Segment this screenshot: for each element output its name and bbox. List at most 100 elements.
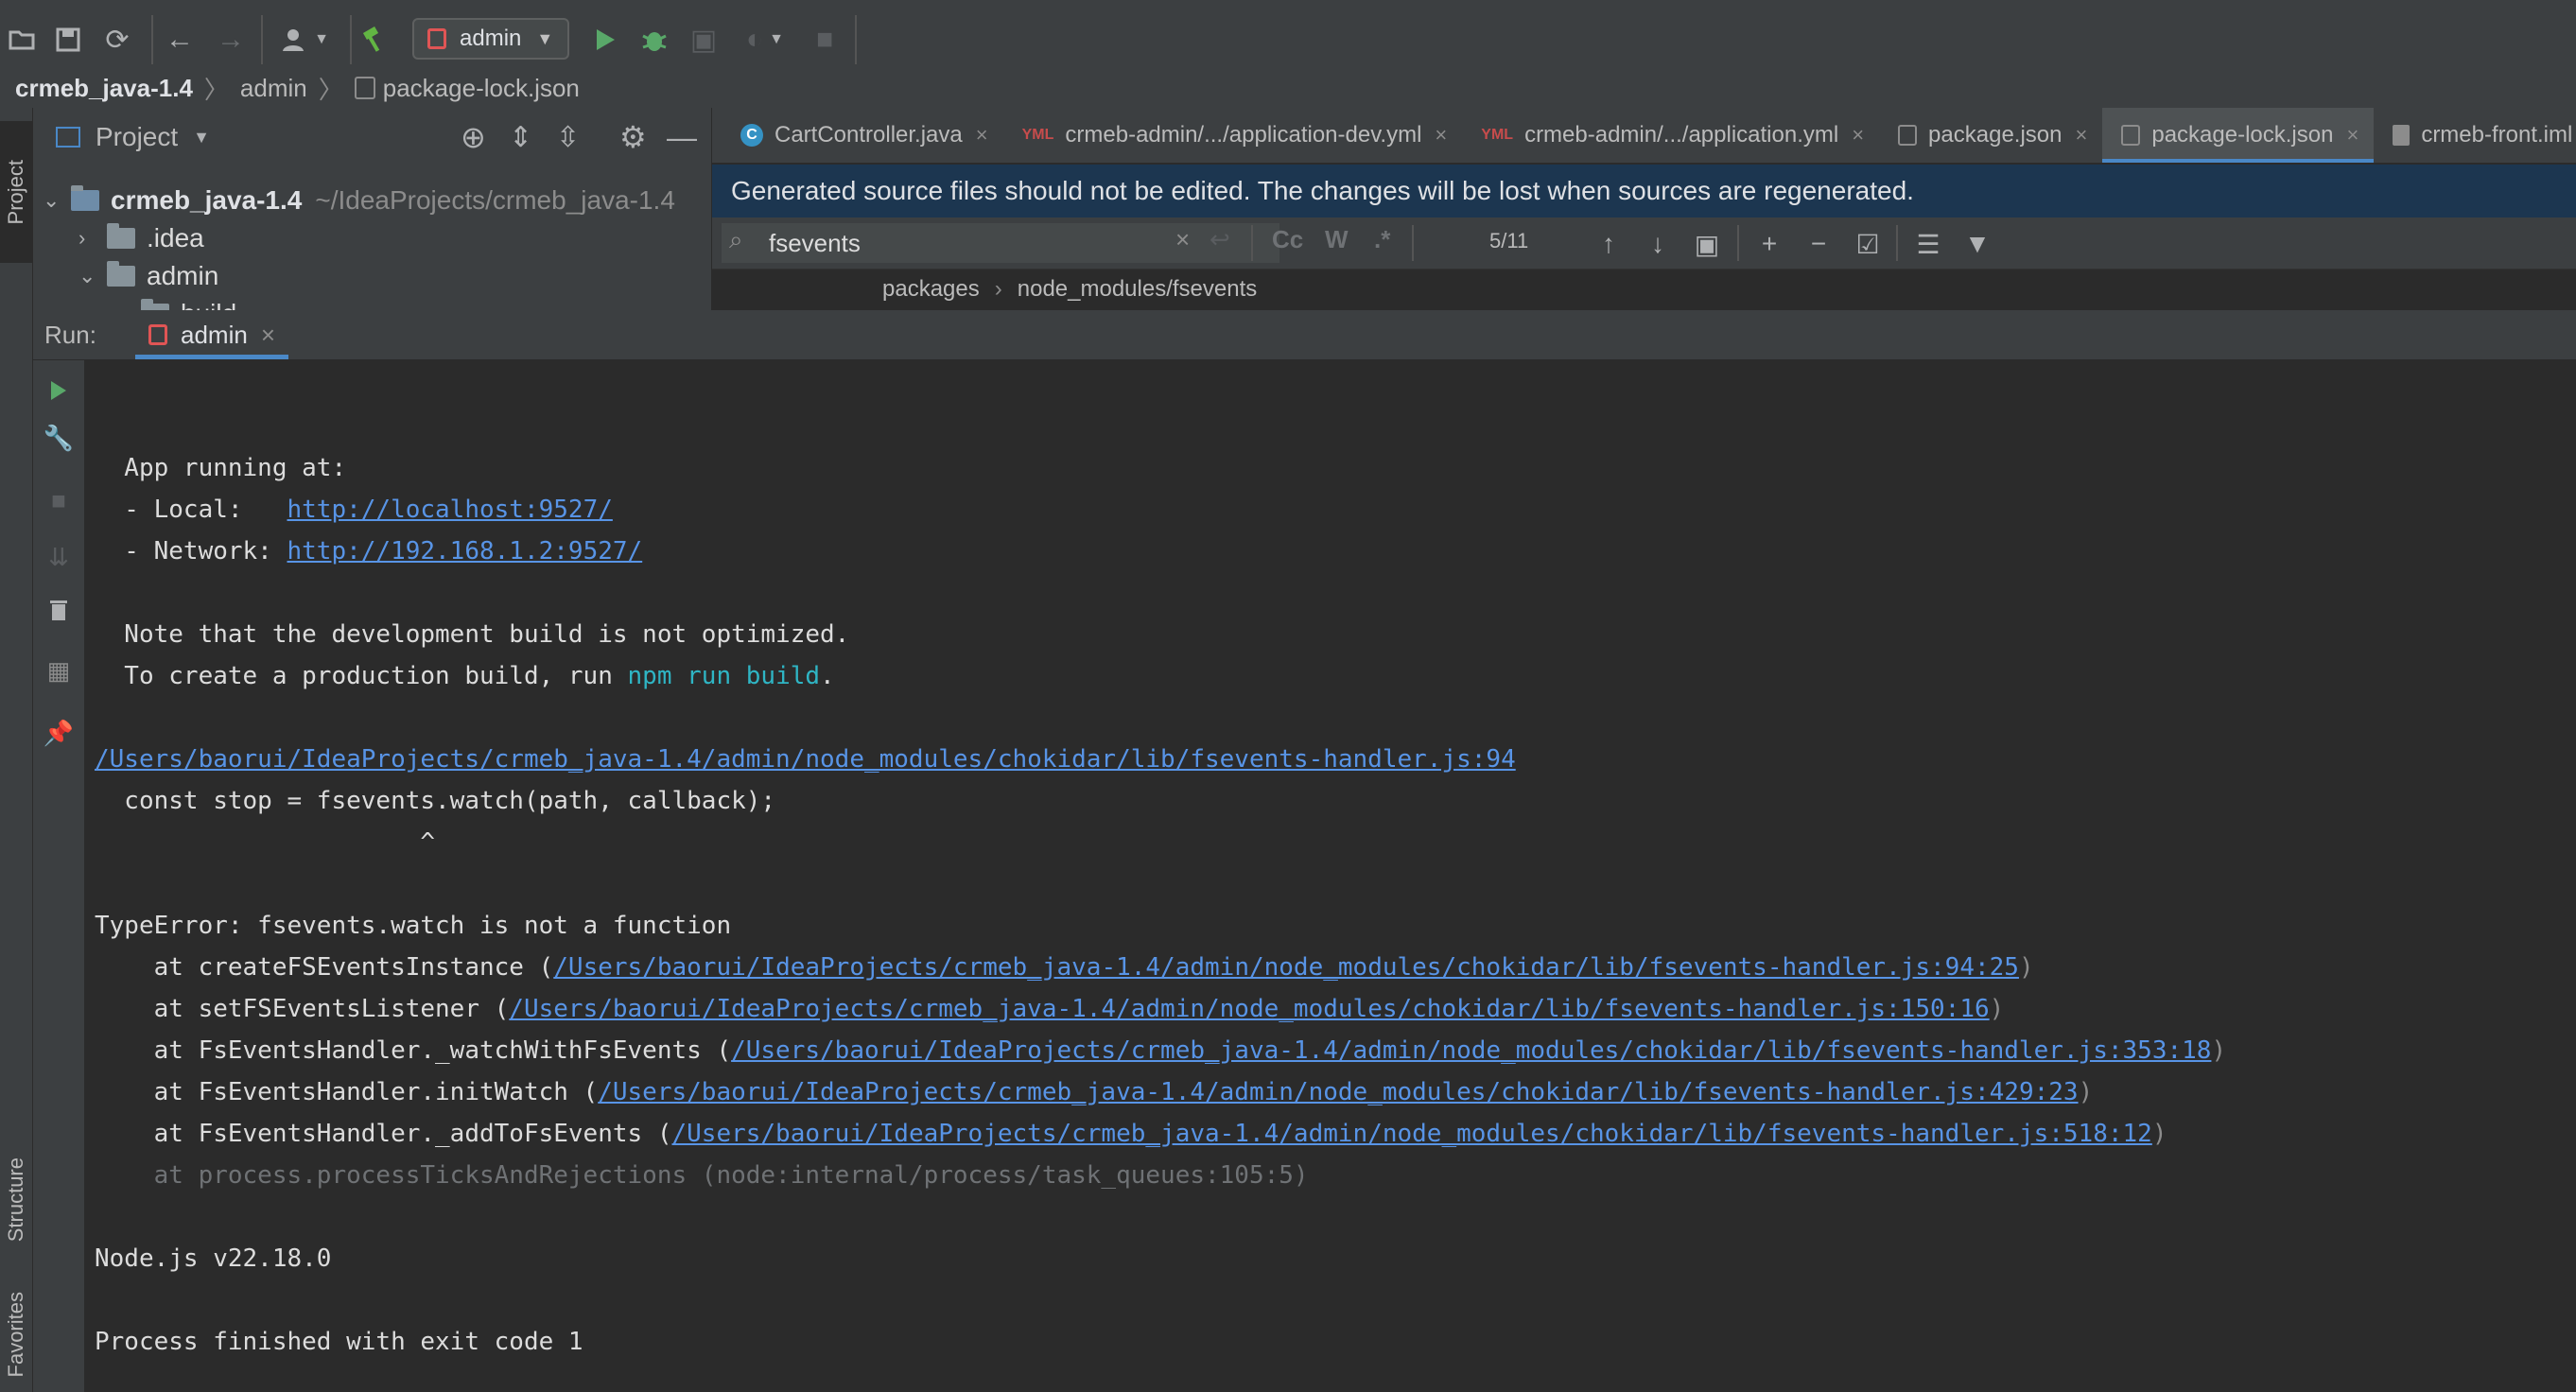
chevron-down-icon[interactable]: ⌄ (78, 264, 107, 288)
breadcrumb-item-project[interactable]: crmeb_java-1.4 (15, 74, 193, 103)
json-icon (2121, 125, 2141, 146)
hide-panel-icon[interactable]: — (667, 120, 697, 155)
tree-item-label: crmeb_java-1.4 (111, 185, 303, 215)
match-case-option[interactable]: Cc (1272, 225, 1303, 254)
console-text: - Network: (95, 537, 287, 566)
tab-label: package.json (1928, 122, 2063, 148)
close-icon[interactable]: × (1435, 123, 1447, 148)
chevron-down-icon[interactable]: ⌄ (43, 188, 71, 213)
sync-icon[interactable]: ⟳ (98, 19, 136, 61)
stack-frame-link[interactable]: /Users/baorui/IdeaProjects/crmeb_java-1.… (598, 1078, 2078, 1106)
search-input[interactable] (722, 223, 1279, 263)
run-tab-label: admin (181, 320, 248, 349)
editor-breadcrumb-item[interactable]: node_modules/fsevents (1018, 276, 1258, 303)
console-line: const stop = fsevents.watch(path, callba… (95, 787, 776, 815)
layout-icon[interactable]: ▦ (33, 652, 84, 689)
run-config-label: admin (460, 26, 522, 51)
tab-crmeb-front-iml[interactable]: crmeb-front.iml (2374, 108, 2576, 163)
regex-option[interactable]: .* (1374, 225, 1390, 254)
whole-words-option[interactable]: W (1325, 225, 1349, 254)
collapse-all-icon[interactable]: ⇳ (556, 121, 580, 154)
editor-area: C CartController.java × YML crmeb-admin/… (712, 108, 2576, 310)
previous-occurrence-icon[interactable]: ↑ (1590, 225, 1627, 263)
rerun-icon[interactable] (33, 372, 84, 409)
console-line: App running at: (95, 454, 347, 482)
tree-item-root[interactable]: ⌄ crmeb_java-1.4 ~/IdeaProjects/crmeb_ja… (43, 182, 675, 219)
open-icon[interactable] (4, 19, 42, 61)
profile-icon[interactable]: ◐ ▼ (732, 19, 798, 61)
gear-icon[interactable]: ⚙ (619, 119, 647, 155)
tree-item-admin[interactable]: ⌄ admin (78, 257, 218, 295)
tool-tab-structure[interactable]: Structure (0, 1110, 32, 1290)
open-in-window-icon[interactable]: ▣ (1688, 225, 1726, 263)
filter-options-icon[interactable]: ☰ (1909, 225, 1947, 263)
tab-package-lock-json[interactable]: package-lock.json × (2102, 108, 2375, 163)
find-bar: ⌕ × ↩ Cc W .* 5/11 ↑ ↓ ▣ + − ☑ ☰ ▼ (712, 218, 2576, 270)
network-url-link[interactable]: http://192.168.1.2:9527/ (287, 537, 643, 566)
select-all-occurrences-icon[interactable]: ☑ (1849, 225, 1887, 263)
stop-icon[interactable]: ■ (806, 19, 844, 61)
next-occurrence-icon[interactable]: ↓ (1639, 225, 1677, 263)
tool-tab-project[interactable]: Project (0, 121, 32, 263)
breadcrumb: crmeb_java-1.4 〉 admin 〉 package-lock.js… (0, 68, 2576, 108)
tab-application-yml[interactable]: YML crmeb-admin/.../application.yml × (1462, 108, 1879, 163)
add-occurrence-icon[interactable]: + (1750, 225, 1788, 263)
debug-icon[interactable] (635, 19, 673, 61)
module-folder-icon (71, 185, 99, 211)
chevron-down-icon[interactable]: ▼ (193, 128, 210, 148)
editor-breadcrumb-item[interactable]: packages (882, 276, 980, 303)
close-icon[interactable]: × (2346, 123, 2358, 148)
expand-all-icon[interactable]: ⇕ (509, 121, 532, 154)
tab-package-json[interactable]: package.json × (1879, 108, 2102, 163)
run-tab-admin[interactable]: admin × (135, 310, 289, 359)
tab-cartcontroller[interactable]: C CartController.java × (712, 108, 1003, 163)
build-hammer-icon[interactable] (356, 19, 393, 61)
close-icon[interactable]: × (261, 321, 275, 350)
console-text: . (820, 662, 835, 690)
user-icon[interactable]: ▼ (274, 19, 337, 61)
stack-frame-text: ) (1989, 995, 2005, 1023)
trash-icon[interactable] (33, 591, 84, 629)
scroll-to-end-icon[interactable]: ⇊ (33, 538, 84, 576)
close-icon[interactable]: × (1175, 225, 1190, 254)
close-icon[interactable]: × (976, 123, 988, 148)
console-output[interactable]: App running at: - Local: http://localhos… (85, 360, 2576, 1392)
wrench-icon[interactable]: 🔧 (33, 419, 84, 457)
close-icon[interactable]: × (1852, 123, 1864, 148)
tool-tab-favorites-label: Favorites (4, 1292, 27, 1378)
npm-config-icon (148, 324, 167, 345)
stop-icon[interactable]: ■ (33, 481, 84, 519)
error-source-link[interactable]: /Users/baorui/IdeaProjects/crmeb_java-1.… (95, 745, 1516, 774)
stack-frame-link[interactable]: /Users/baorui/IdeaProjects/crmeb_java-1.… (553, 953, 2019, 982)
breadcrumb-item-folder[interactable]: admin (240, 74, 307, 103)
filter-icon[interactable]: ▼ (1958, 225, 1996, 263)
tool-tab-favorites[interactable]: Favorites (0, 1280, 32, 1389)
pin-icon[interactable]: 📌 (33, 714, 84, 752)
console-text: - Local: (95, 496, 287, 524)
remove-occurrence-icon[interactable]: − (1800, 225, 1837, 263)
stack-frame-link[interactable]: /Users/baorui/IdeaProjects/crmeb_java-1.… (671, 1120, 2151, 1148)
tree-item-idea[interactable]: › .idea (78, 219, 204, 257)
stack-frame-link[interactable]: /Users/baorui/IdeaProjects/crmeb_java-1.… (731, 1036, 2211, 1065)
forward-icon[interactable]: → (212, 19, 250, 61)
back-icon[interactable]: ← (161, 19, 199, 61)
stack-frame-text: at setFSEventsListener ( (95, 995, 510, 1023)
locate-icon[interactable]: ⊕ (461, 119, 486, 155)
tab-label: package-lock.json (2151, 122, 2334, 148)
project-panel-title[interactable]: Project (96, 122, 178, 152)
breadcrumb-item-file[interactable]: package-lock.json (383, 74, 580, 103)
run-icon[interactable] (586, 19, 624, 61)
stack-frame-link[interactable]: /Users/baorui/IdeaProjects/crmeb_java-1.… (509, 995, 1989, 1023)
run-configuration-selector[interactable]: admin ▼ (412, 18, 569, 60)
local-url-link[interactable]: http://localhost:9527/ (287, 496, 613, 524)
tab-application-dev-yml[interactable]: YML crmeb-admin/.../application-dev.yml … (1003, 108, 1463, 163)
run-panel-header: Run: admin × (33, 310, 2576, 360)
save-icon[interactable] (49, 19, 87, 61)
replace-icon[interactable]: ↩ (1210, 225, 1230, 254)
chevron-right-icon[interactable]: › (78, 226, 107, 251)
close-icon[interactable]: × (2075, 123, 2087, 148)
coverage-icon[interactable]: ▣ (685, 19, 722, 61)
stack-frame: at createFSEventsInstance (/Users/baorui… (95, 948, 2034, 986)
tab-label: crmeb-front.iml (2421, 122, 2573, 148)
chevron-down-icon: ▼ (536, 28, 554, 48)
